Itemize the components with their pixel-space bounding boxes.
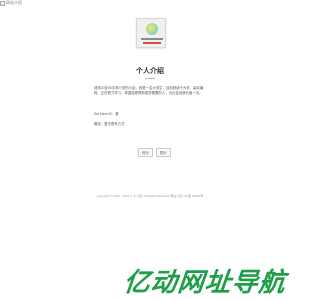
- last-page-button[interactable]: 尾页: [155, 148, 171, 157]
- first-page-button[interactable]: 首页: [138, 148, 153, 157]
- logo-image[interactable]: 网站介绍: [0, 0, 22, 6]
- logo-alt-text: 网站介绍: [6, 0, 22, 5]
- site-watermark: 亿动网址导航: [122, 267, 288, 297]
- profile-badge-icon: [146, 23, 158, 35]
- card-caption-line: [141, 38, 163, 40]
- pager: 首页 尾页: [138, 148, 171, 157]
- page-title: 个人介绍: [136, 68, 164, 75]
- intro-paragraph: 请用20至50字简介您的小站，我是一名大学生，目前就读于大学，喜欢编程，正在努力…: [94, 86, 204, 96]
- broken-image-icon: [0, 0, 5, 6]
- title-divider: [145, 78, 155, 79]
- wechat-text: 微信：暂无联系方式: [94, 122, 125, 126]
- member-id-text: Set Mem ID：爱: [94, 112, 119, 116]
- card-red-banner: [143, 42, 161, 44]
- profile-card-image: [136, 18, 166, 48]
- copyright-footer: Copyright © 2021 - 2025 个人介绍 All Rights …: [96, 194, 204, 198]
